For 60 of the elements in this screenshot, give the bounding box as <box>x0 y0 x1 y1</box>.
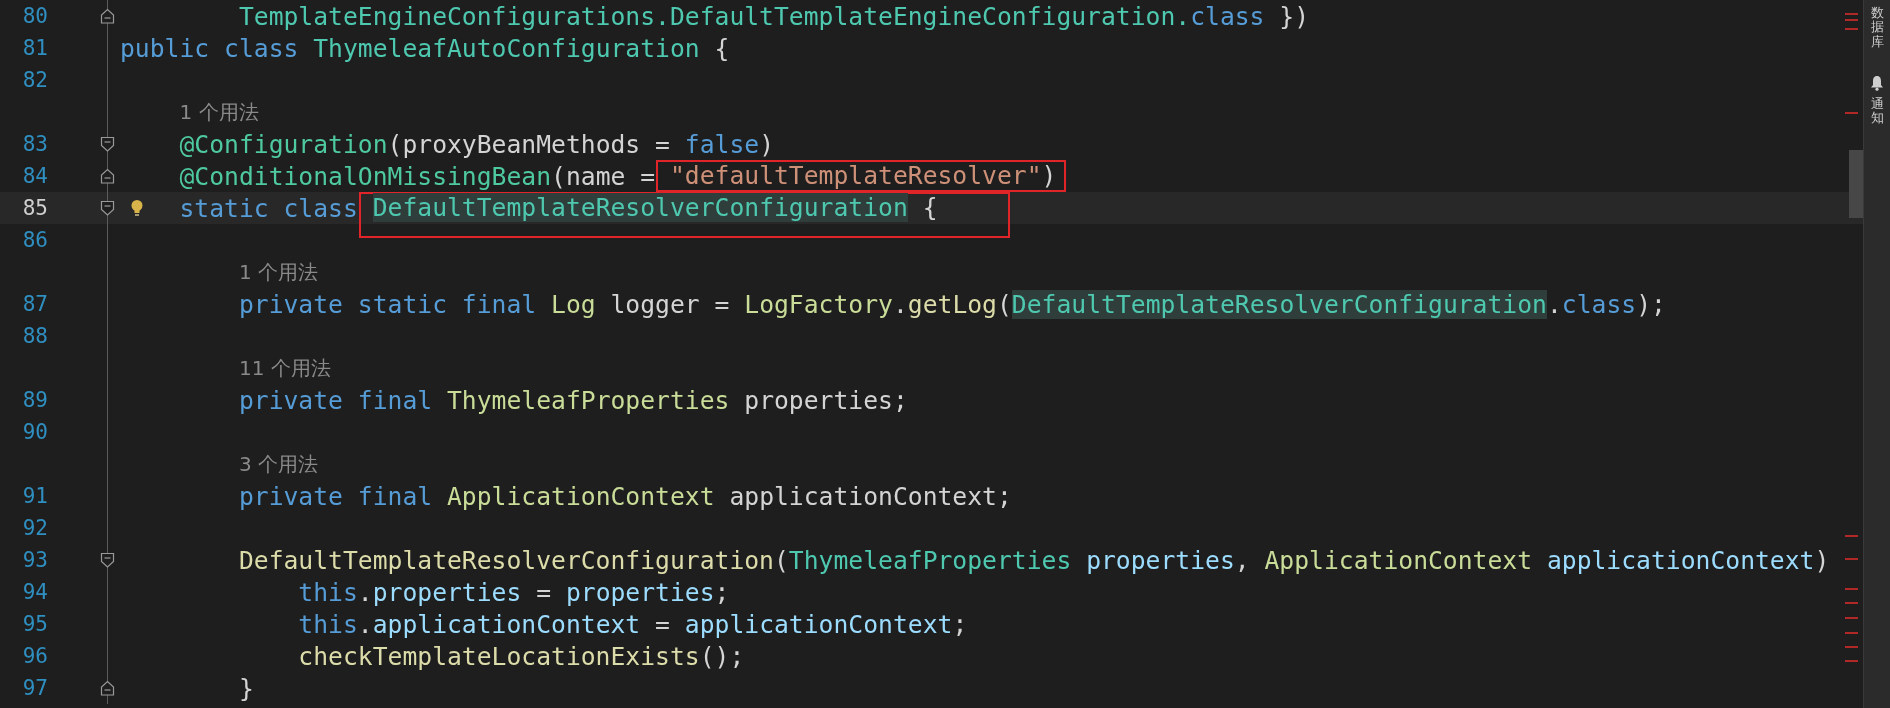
fold-icon[interactable] <box>100 135 115 153</box>
error-stripe-mark[interactable] <box>1845 112 1858 114</box>
usage-hint[interactable]: 1 个用法 <box>238 258 318 286</box>
line-number: 91 <box>22 484 48 508</box>
line-number: 81 <box>22 36 48 60</box>
fold-icon[interactable] <box>100 7 115 25</box>
line-number: 95 <box>22 612 48 636</box>
code-text: public class ThymeleafAutoConfiguration { <box>120 33 730 63</box>
line-number: 86 <box>22 228 48 252</box>
line-number: 89 <box>22 388 48 412</box>
fold-icon[interactable] <box>100 679 115 697</box>
tool-window-label[interactable]: 通知 <box>1870 96 1884 126</box>
code-text: TemplateEngineConfigurations.DefaultTemplateEngineConfiguration.class }) <box>238 1 1310 31</box>
code-text: this.applicationContext = applicationContext; <box>298 609 968 639</box>
code-text: @Configuration(proxyBeanMethods = false) <box>179 129 774 159</box>
code-text: DefaultTemplateResolverConfiguration(ThymeleafProperties properties, ApplicationContext applicationContext) <box>238 545 1830 575</box>
code-text: this.properties = properties; <box>298 577 730 607</box>
code-text: private final ThymeleafProperties properties; <box>238 385 908 415</box>
lightbulb-icon[interactable] <box>130 199 144 217</box>
error-stripe-mark[interactable] <box>1845 588 1858 590</box>
error-stripe-mark[interactable] <box>1845 632 1858 634</box>
annotation-box: "defaultTemplateResolver") <box>655 160 1067 192</box>
error-stripe-mark[interactable] <box>1845 19 1858 21</box>
line-number: 84 <box>22 164 48 188</box>
error-stripe-mark[interactable] <box>1845 646 1858 648</box>
bell-icon[interactable] <box>1870 74 1884 91</box>
line-number: 85 <box>22 196 48 220</box>
code-text: } <box>238 673 254 703</box>
usage-hint[interactable]: 3 个用法 <box>238 450 318 478</box>
error-stripe-mark[interactable] <box>1845 535 1858 537</box>
line-number: 96 <box>22 644 48 668</box>
line-number: 97 <box>22 676 48 700</box>
line-number: 83 <box>22 132 48 156</box>
line-number: 94 <box>22 580 48 604</box>
fold-icon[interactable] <box>100 167 115 185</box>
line-number: 93 <box>22 548 48 572</box>
error-stripe-mark[interactable] <box>1845 602 1858 604</box>
fold-icon[interactable] <box>100 199 115 217</box>
line-number: 92 <box>22 516 48 540</box>
code-text: checkTemplateLocationExists(); <box>298 641 745 671</box>
error-stripe-mark[interactable] <box>1845 13 1858 15</box>
error-stripe-mark[interactable] <box>1845 617 1858 619</box>
usage-hint[interactable]: 11 个用法 <box>238 354 331 382</box>
line-number: 82 <box>22 68 48 92</box>
code-text: private final ApplicationContext applicationContext; <box>238 481 1012 511</box>
line-number: 88 <box>22 324 48 348</box>
error-stripe-mark[interactable] <box>1845 28 1858 30</box>
annotation-box: DefaultTemplateResolverConfiguration { <box>358 192 1010 238</box>
error-stripe-mark[interactable] <box>1845 660 1858 662</box>
line-number: 80 <box>22 4 48 28</box>
error-stripe-mark[interactable] <box>1845 558 1858 560</box>
code-text: @ConditionalOnMissingBean(name = <box>179 161 657 191</box>
code-text: static class <box>179 193 359 223</box>
code-text: private static final Log logger = LogFactory.getLog(DefaultTemplateResolverConfiguration.class); <box>238 289 1666 319</box>
tool-window-label[interactable]: 数据库 <box>1870 6 1884 49</box>
fold-icon[interactable] <box>100 551 115 569</box>
scrollbar-thumb[interactable] <box>1849 150 1863 218</box>
line-number: 87 <box>22 292 48 316</box>
usage-hint[interactable]: 1 个用法 <box>179 98 259 126</box>
line-number: 90 <box>22 420 48 444</box>
